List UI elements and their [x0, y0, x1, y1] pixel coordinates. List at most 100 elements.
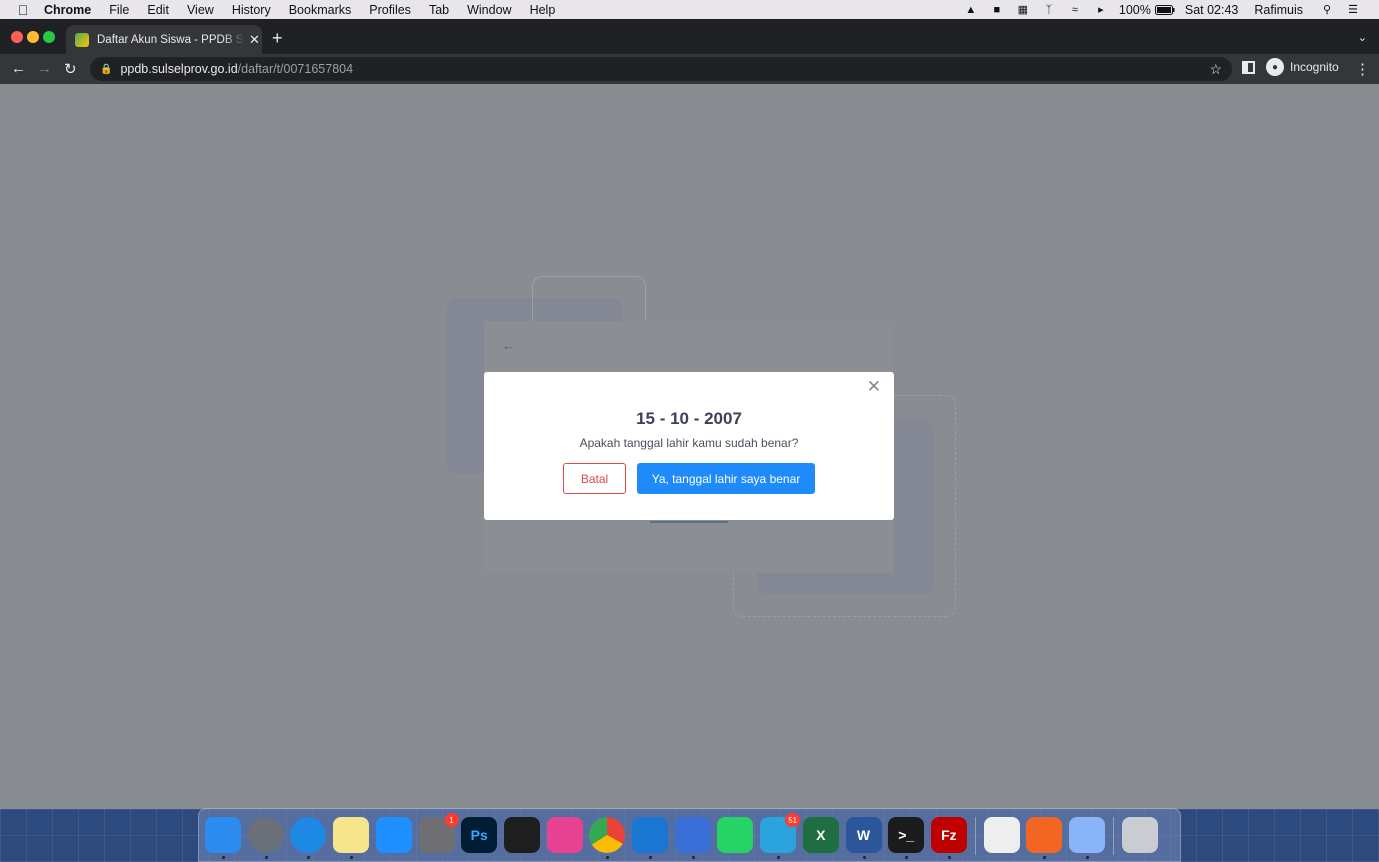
address-bar[interactable]: 🔒 ppdb.sulselprov.go.id /daftar/t/007165… [90, 57, 1232, 81]
apple-menu-icon[interactable]:  [16, 2, 30, 18]
keyboard-icon[interactable]: ▦ [1015, 4, 1031, 16]
notification-badge: 51 [785, 813, 801, 827]
word-icon[interactable]: W [845, 817, 882, 853]
menu-history[interactable]: History [232, 3, 271, 17]
menu-profiles[interactable]: Profiles [369, 3, 411, 17]
running-indicator [1043, 856, 1047, 859]
notes-icon[interactable] [333, 817, 370, 853]
tab-title: Daftar Akun Siswa - PPDB Sulsel [97, 33, 245, 46]
menu-file[interactable]: File [109, 3, 129, 17]
word-glyph: W [856, 827, 871, 843]
terminal-icon[interactable]: >_ [888, 817, 925, 853]
filezilla-icon[interactable]: Fz [930, 817, 967, 853]
cleanmymac-icon[interactable] [546, 817, 583, 853]
bluetooth-icon[interactable]: ᛉ [1041, 4, 1057, 16]
running-indicator [350, 856, 354, 859]
browser-toolbar: ← → ↻ 🔒 ppdb.sulselprov.go.id /daftar/t/… [0, 54, 1379, 84]
running-indicator [691, 856, 695, 859]
photoshop-icon[interactable]: Ps [461, 817, 498, 853]
macos-menubar:  Chrome File Edit View History Bookmark… [0, 0, 1379, 19]
app-store-icon[interactable] [375, 817, 412, 853]
incognito-icon: ● [1266, 58, 1284, 76]
excel-glyph: X [816, 827, 826, 843]
filezilla-glyph: Fz [941, 827, 957, 843]
figma-icon[interactable] [503, 817, 540, 853]
user-name[interactable]: Rafimuis [1254, 3, 1303, 17]
chrome-icon[interactable] [589, 817, 626, 853]
notification-icon[interactable]: ■ [989, 4, 1005, 16]
browser-tab[interactable]: Daftar Akun Siswa - PPDB Sulsel ✕ [66, 25, 262, 54]
running-indicator [264, 856, 268, 859]
menu-window[interactable]: Window [467, 3, 511, 17]
chrome-menu-icon[interactable]: ⋮ [1355, 60, 1370, 78]
lock-icon[interactable]: 🔒 [100, 64, 112, 75]
running-indicator [1086, 856, 1089, 859]
incognito-profile-button[interactable]: ● Incognito [1266, 58, 1339, 76]
confirm-birthdate-button[interactable]: Ya, tanggal lahir saya benar [637, 463, 815, 494]
tab-strip: Daftar Akun Siswa - PPDB Sulsel ✕ + ⌄ [0, 19, 1379, 54]
excel-icon[interactable]: X [802, 817, 839, 853]
running-indicator [649, 856, 652, 859]
dock: 1 Ps 51 X W >_ Fz [198, 808, 1181, 862]
running-indicator [307, 856, 311, 859]
hidden-submit-button-edge [650, 521, 728, 523]
safari-icon[interactable] [290, 817, 327, 853]
new-tab-button[interactable]: + [272, 28, 283, 49]
spotlight-search-icon[interactable]: ⚲ [1319, 4, 1335, 16]
menu-edit[interactable]: Edit [147, 3, 169, 17]
preview-icon[interactable] [1069, 817, 1105, 853]
photoshop-glyph: Ps [470, 827, 488, 843]
close-window-button[interactable] [11, 31, 23, 43]
clock[interactable]: Sat 02:43 [1185, 3, 1239, 17]
birth-date: 15 - 10 - 2007 [636, 409, 742, 428]
running-indicator [606, 856, 610, 859]
close-dialog-icon[interactable]: ✕ [867, 377, 881, 397]
kite-icon[interactable] [674, 817, 711, 853]
running-indicator [947, 856, 951, 859]
url-path: /daftar/t/0071657804 [237, 62, 354, 76]
volume-icon[interactable]: ▸ [1093, 4, 1109, 16]
minimize-window-button[interactable] [27, 31, 39, 43]
finder-icon[interactable] [205, 817, 241, 853]
confirm-question: Apakah tanggal lahir kamu sudah benar? [579, 436, 799, 450]
trash-icon[interactable] [1121, 817, 1158, 853]
cancel-button[interactable]: Batal [563, 463, 626, 494]
terminal-glyph: >_ [898, 827, 915, 843]
pencil-app-icon[interactable] [1026, 817, 1063, 853]
back-arrow-icon[interactable]: ← [502, 338, 515, 353]
site-favicon-icon [75, 32, 89, 47]
textedit-icon[interactable] [983, 817, 1020, 853]
tab-search-chevron-icon[interactable]: ⌄ [1358, 31, 1367, 44]
wifi-icon[interactable]: ≈ [1067, 4, 1083, 16]
notification-badge: 1 [444, 813, 459, 827]
status-app-icon[interactable]: ▲ [963, 4, 979, 16]
control-center-icon[interactable]: ☰ [1345, 4, 1361, 16]
confirm-birthdate-dialog: ✕ 15 - 10 - 2007 Apakah tanggal lahir ka… [484, 372, 894, 520]
back-button[interactable]: ← [11, 60, 26, 77]
running-indicator [777, 856, 781, 859]
zoom-window-button[interactable] [43, 31, 55, 43]
vscode-icon[interactable] [632, 817, 668, 853]
battery-percent: 100% [1118, 2, 1151, 17]
forward-button[interactable]: → [37, 60, 52, 77]
telegram-icon[interactable]: 51 [760, 813, 801, 853]
launchpad-icon[interactable] [247, 817, 284, 853]
running-indicator [905, 856, 909, 859]
battery-icon[interactable] [1154, 4, 1175, 16]
menu-bookmarks[interactable]: Bookmarks [289, 3, 352, 17]
side-panel-icon[interactable] [1242, 61, 1255, 74]
menu-app-name[interactable]: Chrome [44, 3, 91, 17]
bookmark-star-icon[interactable]: ☆ [1209, 61, 1222, 78]
dock-separator [974, 817, 976, 855]
menu-view[interactable]: View [187, 3, 214, 17]
whatsapp-icon[interactable] [717, 817, 754, 853]
running-indicator [862, 856, 866, 859]
menu-help[interactable]: Help [530, 3, 556, 17]
menu-tab[interactable]: Tab [429, 3, 449, 17]
browser-window: Daftar Akun Siswa - PPDB Sulsel ✕ + ⌄ ← … [0, 19, 1379, 809]
dock-separator [1112, 817, 1114, 855]
incognito-label: Incognito [1290, 60, 1339, 74]
system-preferences-icon[interactable]: 1 [418, 813, 459, 853]
reload-button[interactable]: ↻ [64, 60, 77, 78]
close-tab-icon[interactable]: ✕ [249, 32, 260, 48]
